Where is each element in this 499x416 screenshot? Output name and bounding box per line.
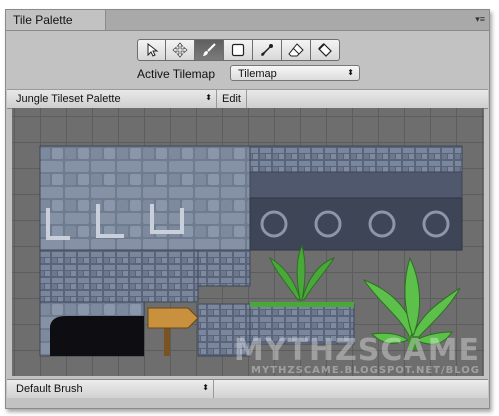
brush-name: Default Brush (16, 383, 83, 395)
select-tool-button[interactable] (137, 39, 166, 61)
eyedropper-icon (261, 44, 273, 56)
active-tilemap-label: Active Tilemap (137, 67, 216, 81)
watermark: MYTHZSCAME MYTHZSCAME.BLOGSPOT.NET/BLOG (234, 336, 480, 376)
dropdown-arrow-icon: ⬍ (347, 68, 354, 77)
dropdown-arrow-icon: ⬍ (205, 93, 212, 102)
box-fill-tool-button[interactable] (224, 39, 253, 61)
arrow-cursor-icon (147, 43, 158, 57)
move-tool-button[interactable] (166, 39, 195, 61)
move-arrows-icon (172, 42, 188, 58)
edit-palette-button[interactable]: Edit (217, 90, 247, 108)
palette-dropdown[interactable]: Jungle Tileset Palette ⬍ (11, 90, 217, 108)
brush-icon (203, 43, 216, 56)
active-tilemap-row: Active Tilemap Tilemap ⬍ (6, 65, 489, 83)
picker-tool-button[interactable] (253, 39, 282, 61)
brush-dropdown[interactable]: Default Brush ⬍ (11, 380, 214, 398)
rectangle-icon (231, 43, 245, 57)
paint-tool-button[interactable] (195, 39, 224, 61)
flood-fill-tool-button[interactable] (311, 39, 340, 61)
brush-toolbar: Default Brush ⬍ (7, 379, 488, 398)
paint-bucket-icon (318, 43, 332, 57)
tab-tile-palette[interactable]: Tile Palette (6, 10, 106, 30)
tab-bar: Tile Palette ▾≡ (6, 10, 489, 31)
active-tilemap-value: Tilemap (238, 68, 277, 80)
erase-tool-button[interactable] (282, 39, 311, 61)
eraser-icon (288, 43, 304, 57)
palette-toolbar: Jungle Tileset Palette ⬍ Edit (7, 89, 488, 109)
tool-toolbar (137, 39, 340, 61)
tile-palette-window: Tile Palette ▾≡ Active Tilemap Tilemap ⬍ (5, 9, 490, 409)
watermark-line-1: MYTHZSCAME (233, 333, 480, 368)
palette-grid[interactable]: MYTHZSCAME MYTHZSCAME.BLOGSPOT.NET/BLOG (12, 108, 484, 376)
palette-name: Jungle Tileset Palette (16, 93, 121, 105)
watermark-line-2: MYTHZSCAME.BLOGSPOT.NET/BLOG (251, 365, 480, 376)
dropdown-arrow-icon: ⬍ (202, 383, 209, 392)
active-tilemap-dropdown[interactable]: Tilemap ⬍ (230, 65, 360, 81)
window-menu-icon[interactable]: ▾≡ (475, 14, 485, 25)
